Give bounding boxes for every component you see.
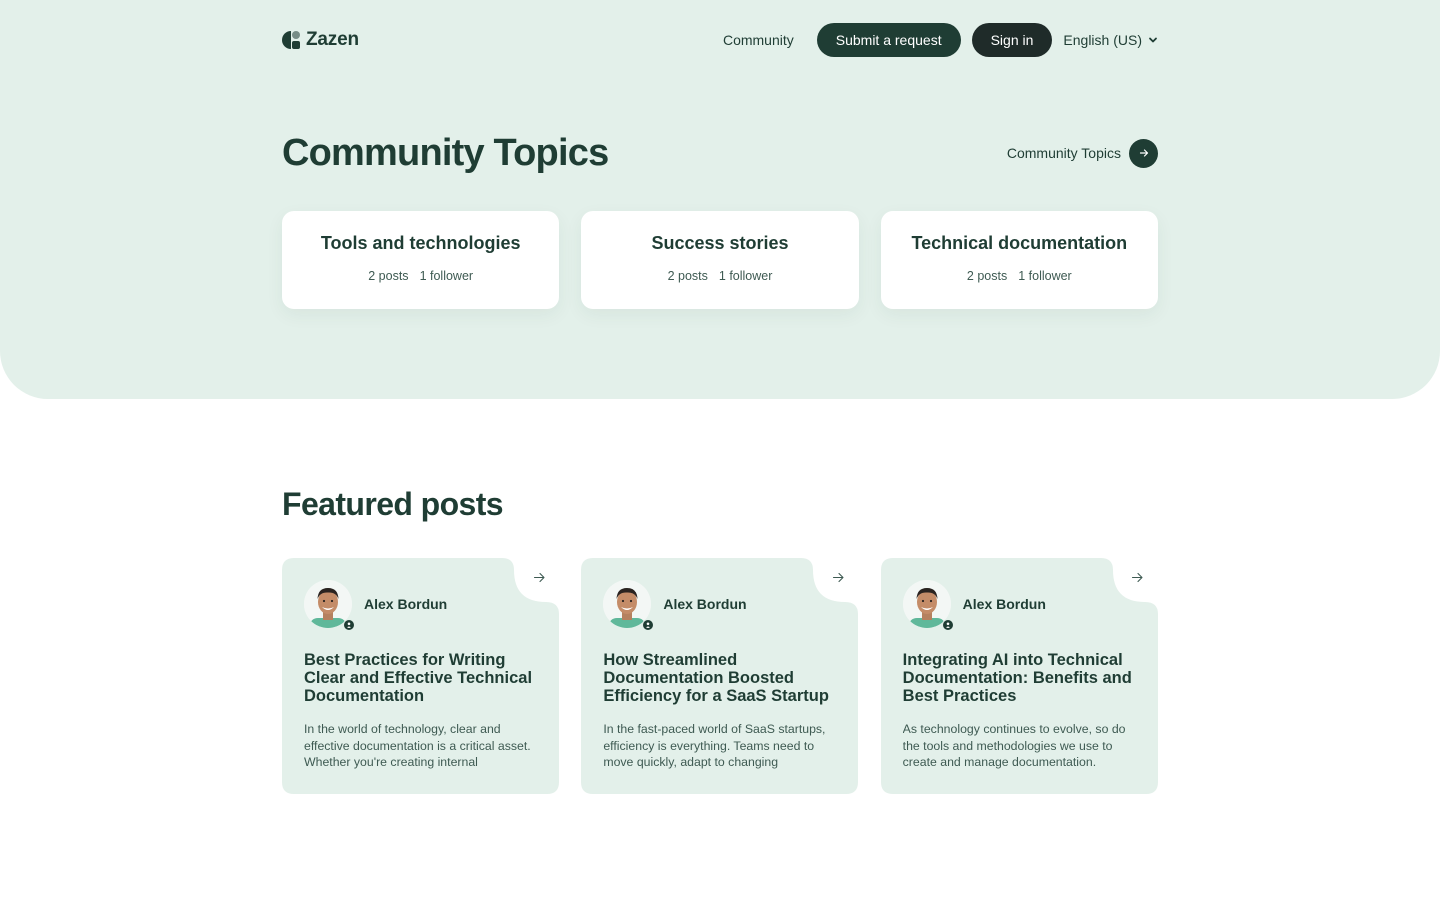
arrow-right-icon[interactable]: [530, 568, 548, 586]
brand-logo[interactable]: Zazen: [282, 29, 359, 51]
page-title: Community Topics: [282, 131, 609, 174]
topic-card[interactable]: Tools and technologies 2 posts 1 followe…: [282, 211, 560, 309]
topic-title: Success stories: [651, 233, 789, 253]
post-card[interactable]: Alex Bordun Integrating AI into Technica…: [880, 558, 1158, 794]
avatar: [304, 580, 355, 632]
chevron-down-icon: [1149, 37, 1157, 43]
post-author[interactable]: Alex Bordun: [304, 580, 448, 632]
topic-meta: 2 posts 1 follower: [668, 269, 773, 283]
post-title: Integrating AI into Technical Documentat…: [902, 651, 1132, 705]
zazen-logo-icon: [282, 30, 301, 50]
community-topics-header: Community Topics Community Topics: [282, 130, 1158, 176]
brand-name: Zazen: [306, 29, 359, 50]
author-name: Alex Bordun: [364, 596, 448, 612]
featured-posts-list: Alex Bordun Best Practices for Writing C…: [282, 558, 1158, 794]
community-link[interactable]: Community: [723, 32, 794, 48]
topic-title: Technical documentation: [911, 233, 1128, 253]
author-name: Alex Bordun: [663, 596, 747, 612]
topic-meta: 2 posts 1 follower: [368, 269, 473, 283]
topic-post-count: 2 posts: [966, 269, 1008, 283]
arrow-right-icon: [1129, 138, 1158, 168]
topic-post-count: 2 posts: [667, 269, 708, 283]
post-card[interactable]: Alex Bordun Best Practices for Writing C…: [282, 558, 559, 794]
see-all-label: Community Topics: [1006, 145, 1121, 161]
featured-posts-header: Featured posts: [282, 486, 1158, 523]
post-title: Best Practices for Writing Clear and Eff…: [304, 651, 533, 705]
post-excerpt: As technology continues to evolve, so do…: [902, 722, 1126, 770]
main-nav: Community Submit a request Sign in Engli…: [723, 23, 1158, 57]
site-header: Zazen Community Submit a request Sign in…: [282, 22, 1158, 58]
user-badge-icon: [343, 619, 355, 631]
topic-follower-count: 1 follower: [718, 269, 773, 283]
author-name: Alex Bordun: [962, 596, 1046, 612]
topic-post-count: 2 posts: [368, 269, 409, 283]
submit-request-button[interactable]: Submit a request: [816, 23, 961, 57]
topic-card[interactable]: Success stories 2 posts 1 follower: [581, 211, 859, 309]
topic-meta: 2 posts 1 follower: [967, 269, 1072, 283]
post-excerpt: In the world of technology, clear and ef…: [304, 722, 531, 770]
post-author[interactable]: Alex Bordun: [603, 580, 747, 632]
sign-in-button[interactable]: Sign in: [971, 23, 1053, 57]
arrow-right-icon[interactable]: [1129, 568, 1147, 586]
user-badge-icon: [941, 619, 954, 631]
hero-section: [0, 0, 1440, 399]
section-title: Featured posts: [282, 486, 504, 522]
language-label: English (US): [1063, 32, 1142, 48]
topics-list: Tools and technologies 2 posts 1 followe…: [282, 211, 1158, 309]
avatar: [902, 580, 954, 632]
topic-follower-count: 1 follower: [419, 269, 474, 283]
post-title: How Streamlined Documentation Boosted Ef…: [603, 651, 829, 705]
topic-follower-count: 1 follower: [1018, 269, 1072, 283]
topic-title: Tools and technologies: [320, 233, 521, 253]
language-selector[interactable]: English (US): [1063, 32, 1158, 48]
topic-card[interactable]: Technical documentation 2 posts 1 follow…: [880, 211, 1158, 309]
post-author[interactable]: Alex Bordun: [902, 580, 1046, 632]
see-all-topics-link[interactable]: Community Topics: [1006, 138, 1158, 168]
arrow-right-icon[interactable]: [830, 568, 848, 586]
avatar: [603, 580, 655, 632]
post-card[interactable]: Alex Bordun How Streamlined Documentatio…: [581, 558, 859, 794]
post-excerpt: In the fast-paced world of SaaS startups…: [603, 722, 826, 770]
